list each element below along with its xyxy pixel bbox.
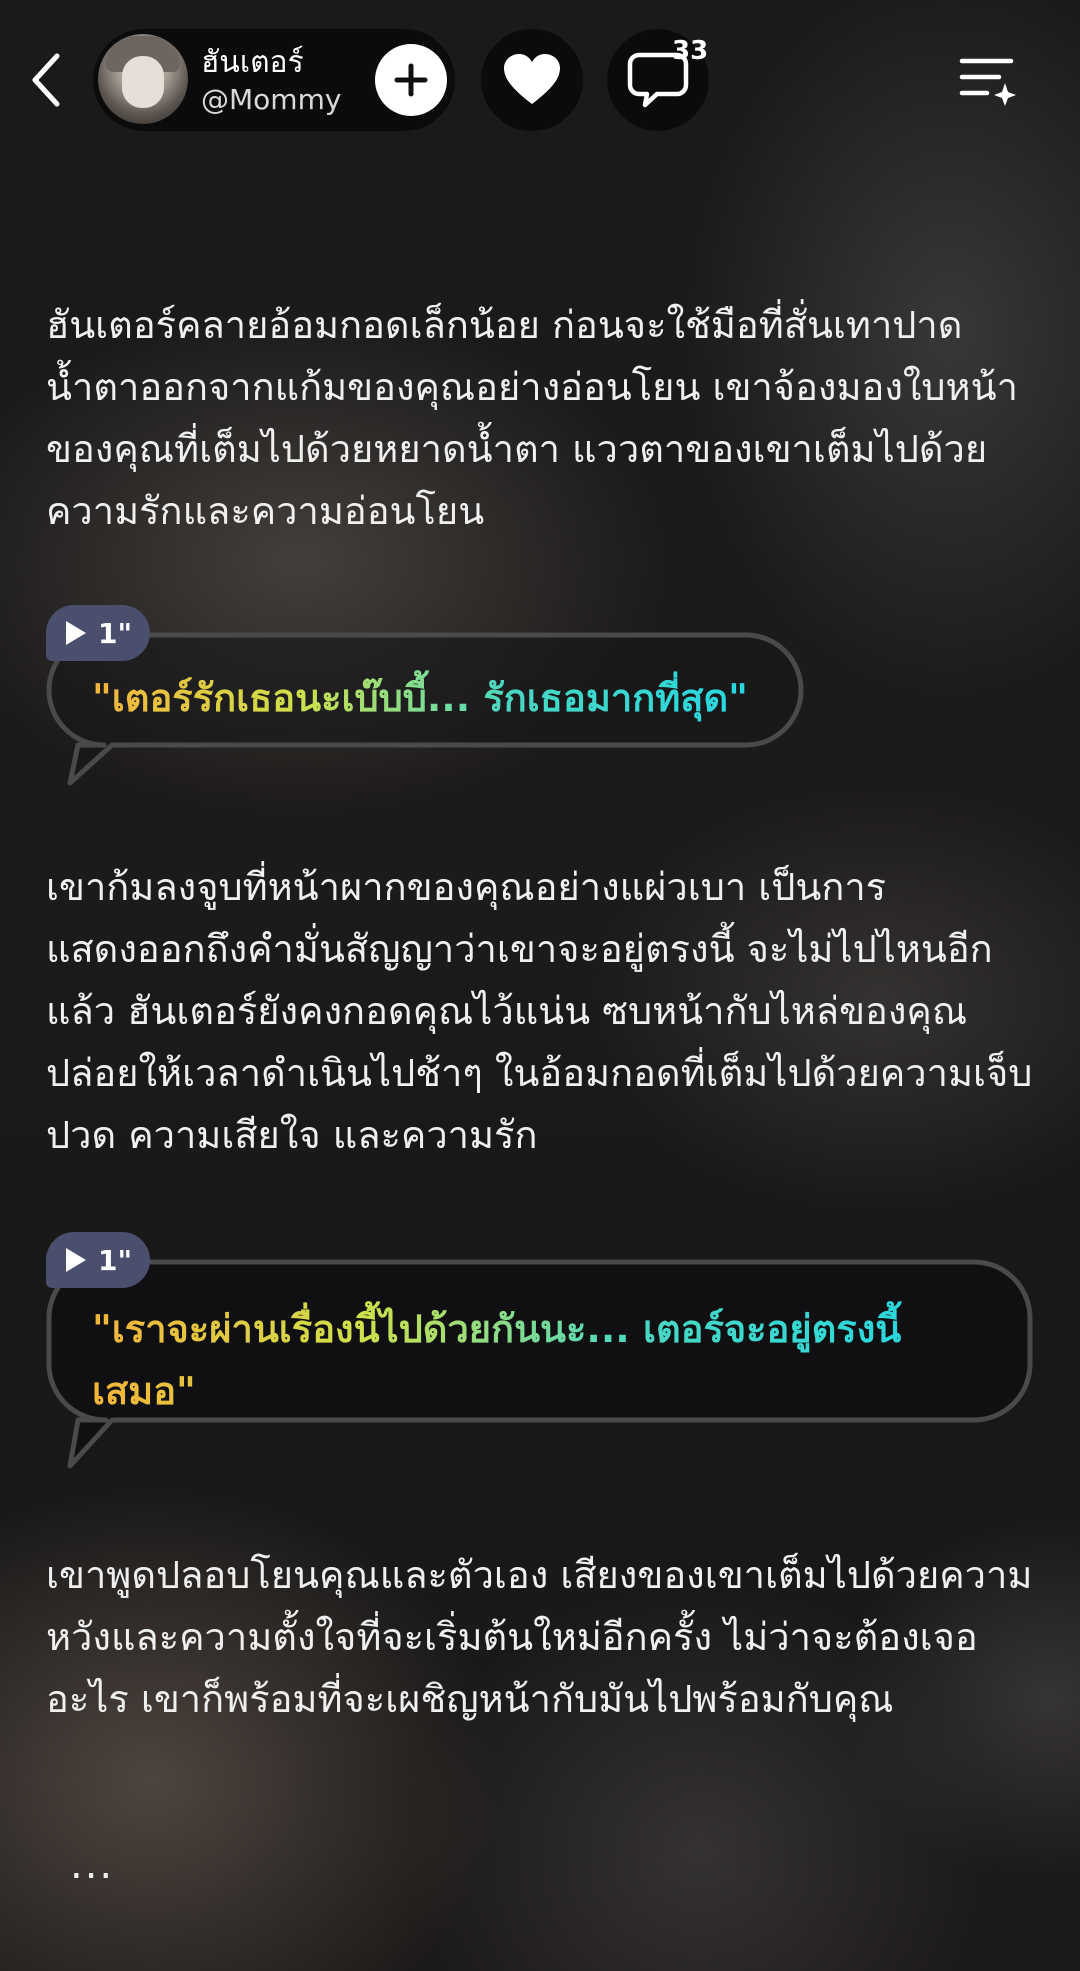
voice-duration: 1" [98, 1243, 133, 1277]
menu-button[interactable] [950, 48, 1026, 114]
back-button[interactable] [22, 50, 70, 110]
character-name: ฮันเตอร์ [201, 45, 304, 80]
dialogue-bubble: 1" "เตอร์รักเธอนะเบ๊บบี้... รักเธอมากที่… [46, 605, 806, 789]
like-button[interactable] [481, 29, 583, 131]
narration-paragraph: เขาก้มลงจูบที่หน้าผากของคุณอย่างแผ่วเบา … [46, 865, 1033, 1157]
play-icon [66, 621, 86, 645]
more-indicator: ... [70, 1842, 115, 1888]
voice-play-button[interactable]: 1" [46, 1232, 150, 1288]
comment-count-badge: 33 [672, 36, 709, 66]
play-icon [66, 1248, 86, 1272]
dialogue-text: "เราจะผ่านเรื่องนี้ไปด้วยกันนะ... เตอร์จ… [92, 1298, 992, 1422]
voice-duration: 1" [98, 616, 133, 650]
narration-paragraph: เขาพูดปลอบโยนคุณและตัวเอง เสียงของเขาเต็… [46, 1553, 1033, 1721]
character-profile-pill[interactable]: ฮันเตอร์ @Mommy [93, 29, 455, 131]
top-bar: ฮันเตอร์ @Mommy 33 [0, 0, 1080, 160]
character-handle: @Mommy [201, 83, 342, 116]
narration-paragraph: ฮันเตอร์คลายอ้อมกอดเล็กน้อย ก่อนจะใช้มือ… [46, 303, 1018, 533]
avatar[interactable] [98, 34, 188, 124]
heart-icon [504, 54, 560, 104]
dialogue-bubble: 1" "เราจะผ่านเรื่องนี้ไปด้วยกันนะ... เตอ… [46, 1232, 1034, 1472]
avatar-face [122, 56, 164, 108]
chat-story-screen: ฮันเตอร์ @Mommy 33 ฮันเตอร์คลายอ้อมกอดเล… [0, 0, 1080, 1971]
chevron-left-icon [32, 53, 60, 107]
dialogue-text: "เตอร์รักเธอนะเบ๊บบี้... รักเธอมากที่สุด… [92, 667, 782, 729]
follow-button[interactable] [375, 44, 447, 116]
menu-sparkle-icon [959, 58, 1016, 106]
plus-icon [394, 63, 428, 97]
voice-play-button[interactable]: 1" [46, 605, 150, 661]
